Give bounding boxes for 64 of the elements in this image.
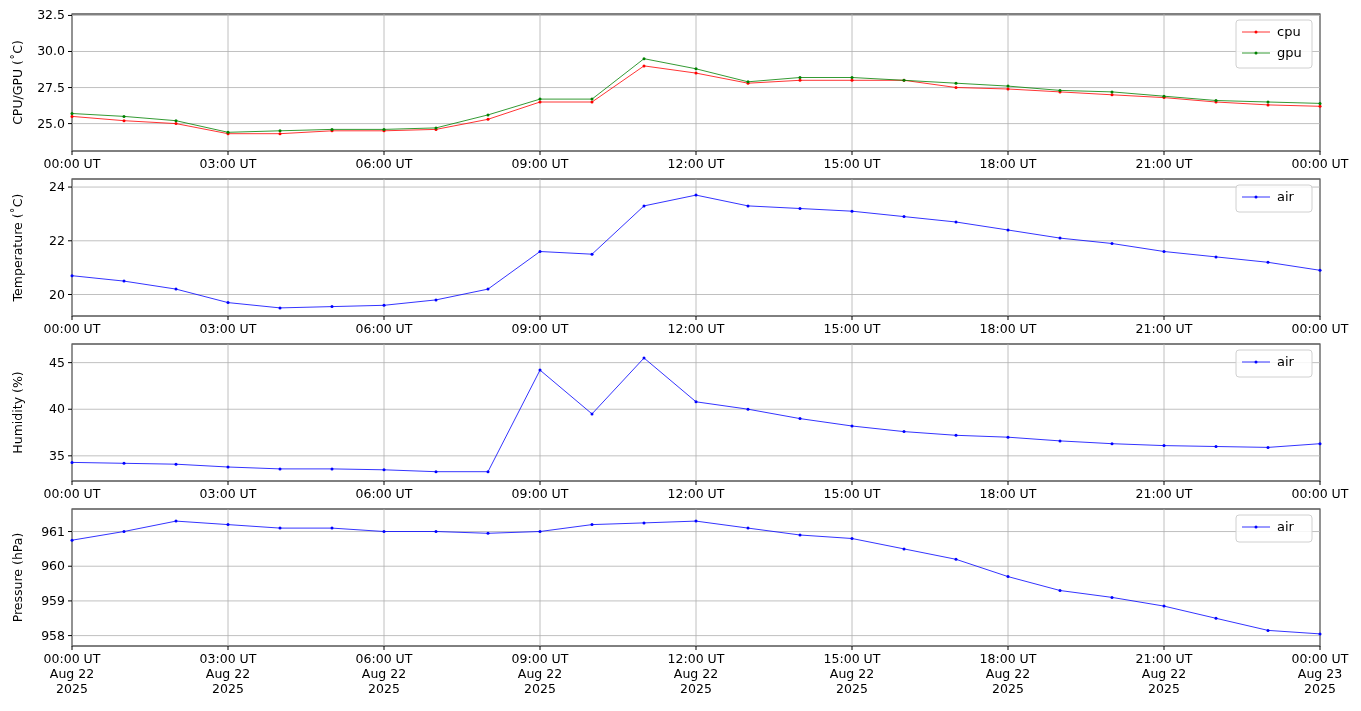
legend-line-icon	[1241, 360, 1271, 364]
x-tick-label: 18:00 UT	[979, 156, 1037, 171]
x-tick-label: 09:00 UT	[511, 321, 569, 336]
x-tick-label: 21:00 UT	[1135, 156, 1193, 171]
y-tick-label: 40	[49, 401, 65, 417]
legend-line-icon	[1241, 30, 1271, 34]
legend-label: air	[1277, 519, 1294, 534]
x-tick-label: 21:00 UT Aug 22 2025	[1135, 651, 1193, 696]
x-tick-label: 12:00 UT	[667, 321, 725, 336]
x-tick-label: 09:00 UT Aug 22 2025	[511, 651, 569, 696]
x-tick-label: 00:00 UT	[1291, 156, 1349, 171]
x-tick-label: 15:00 UT	[823, 486, 881, 501]
x-tick-label: 00:00 UT	[43, 321, 101, 336]
y-tick-label: 27.5	[37, 79, 65, 95]
x-tick-label: 03:00 UT	[199, 156, 257, 171]
x-tick-label: 15:00 UT Aug 22 2025	[823, 651, 881, 696]
y-tick-label: 959	[41, 592, 65, 608]
x-tick-label: 06:00 UT	[355, 156, 413, 171]
legend-label: cpu	[1277, 24, 1301, 39]
y-tick-label: 45	[49, 354, 65, 370]
x-tick-label: 03:00 UT Aug 22 2025	[199, 651, 257, 696]
x-tick-label: 00:00 UT Aug 23 2025	[1291, 651, 1349, 696]
y-tick-label: 24	[49, 179, 65, 195]
x-tick-label: 03:00 UT	[199, 321, 257, 336]
x-tick-label: 00:00 UT	[43, 156, 101, 171]
axis-title: Humidity (%)	[10, 371, 25, 454]
legend-label: air	[1277, 354, 1294, 369]
x-tick-label: 03:00 UT	[199, 486, 257, 501]
y-tick-label: 960	[41, 558, 65, 574]
axis-title: CPU/GPU (˚C)	[10, 40, 25, 125]
y-tick-label: 30.0	[37, 43, 65, 59]
y-tick-label: 958	[41, 627, 65, 643]
legend-label: air	[1277, 189, 1294, 204]
x-tick-label: 00:00 UT	[1291, 486, 1349, 501]
axis-title: Temperature (˚C)	[10, 193, 25, 302]
x-tick-label: 21:00 UT	[1135, 486, 1193, 501]
x-tick-label: 00:00 UT Aug 22 2025	[43, 651, 101, 696]
y-tick-label: 32.5	[37, 7, 65, 23]
y-tick-label: 20	[49, 286, 65, 302]
legend-line-icon	[1241, 525, 1271, 529]
x-tick-label: 12:00 UT	[667, 486, 725, 501]
x-tick-label: 15:00 UT	[823, 156, 881, 171]
x-tick-label: 18:00 UT	[979, 321, 1037, 336]
x-tick-label: 06:00 UT	[355, 321, 413, 336]
legend-label: gpu	[1277, 45, 1302, 60]
y-tick-label: 35	[49, 447, 65, 463]
x-tick-label: 00:00 UT	[43, 486, 101, 501]
x-tick-label: 09:00 UT	[511, 486, 569, 501]
y-tick-label: 25.0	[37, 115, 65, 131]
x-tick-label: 00:00 UT	[1291, 321, 1349, 336]
x-tick-label: 06:00 UT	[355, 486, 413, 501]
x-tick-label: 18:00 UT	[979, 486, 1037, 501]
x-tick-label: 06:00 UT Aug 22 2025	[355, 651, 413, 696]
x-tick-label: 21:00 UT	[1135, 321, 1193, 336]
axis-title: Pressure (hPa)	[10, 532, 25, 623]
legend-line-icon	[1241, 195, 1271, 199]
x-tick-label: 15:00 UT	[823, 321, 881, 336]
y-tick-label: 22	[49, 232, 65, 248]
y-tick-label: 961	[41, 523, 65, 539]
x-tick-label: 18:00 UT Aug 22 2025	[979, 651, 1037, 696]
x-tick-label: 09:00 UT	[511, 156, 569, 171]
legend-line-icon	[1241, 51, 1271, 55]
x-tick-label: 12:00 UT Aug 22 2025	[667, 651, 725, 696]
x-tick-label: 12:00 UT	[667, 156, 725, 171]
